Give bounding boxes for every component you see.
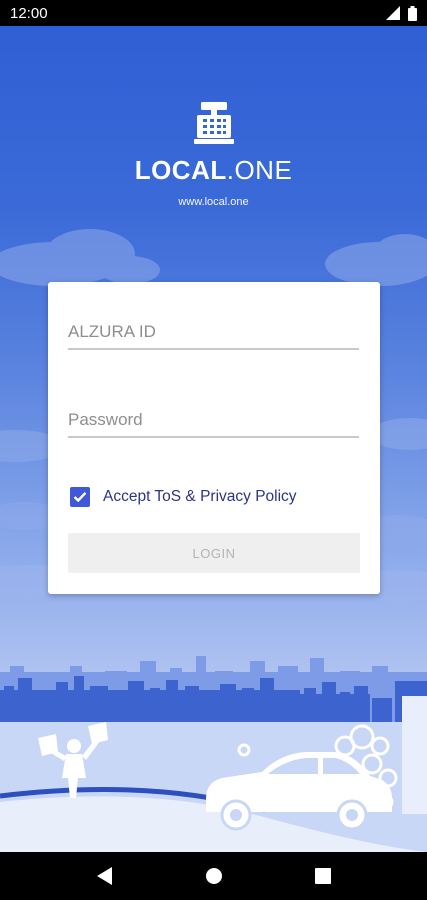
site-url: www.local.one xyxy=(178,196,249,208)
login-screen: 12:00 LOCAL.ONE www.local.one ALZURA ID … xyxy=(0,0,427,900)
app-logo: LOCAL.ONE www.local.one xyxy=(0,102,427,208)
login-card: Accept ToS & Privacy Policy LOGIN xyxy=(48,282,380,594)
login-button[interactable]: LOGIN xyxy=(68,533,360,573)
nav-recents-button[interactable] xyxy=(303,856,343,896)
battery-icon xyxy=(408,5,417,21)
nav-home-button[interactable] xyxy=(194,856,234,896)
store-panel xyxy=(402,694,427,814)
status-time: 12:00 xyxy=(10,4,48,22)
status-icons xyxy=(386,5,417,21)
checkmark-icon xyxy=(73,491,87,503)
alzura-id-input[interactable] xyxy=(68,322,359,348)
brand-name: LOCAL.ONE xyxy=(0,155,427,186)
brand-name-light: .ONE xyxy=(226,155,293,185)
nav-back-button[interactable] xyxy=(85,856,125,896)
password-field-wrapper xyxy=(68,410,359,438)
tos-row: Accept ToS & Privacy Policy xyxy=(70,487,297,507)
cash-register-icon xyxy=(193,102,234,144)
status-bar: 12:00 xyxy=(0,0,427,26)
home-icon xyxy=(205,868,222,884)
signal-icon xyxy=(386,6,400,20)
tos-checkbox[interactable] xyxy=(70,487,90,507)
back-icon xyxy=(96,867,112,885)
tos-label[interactable]: Accept ToS & Privacy Policy xyxy=(103,488,297,506)
brand-name-bold: LOCAL xyxy=(134,155,227,185)
password-input[interactable] xyxy=(68,410,359,436)
navigation-bar xyxy=(0,852,427,900)
alzura-id-field-wrapper xyxy=(68,322,359,350)
recents-icon xyxy=(314,868,331,884)
